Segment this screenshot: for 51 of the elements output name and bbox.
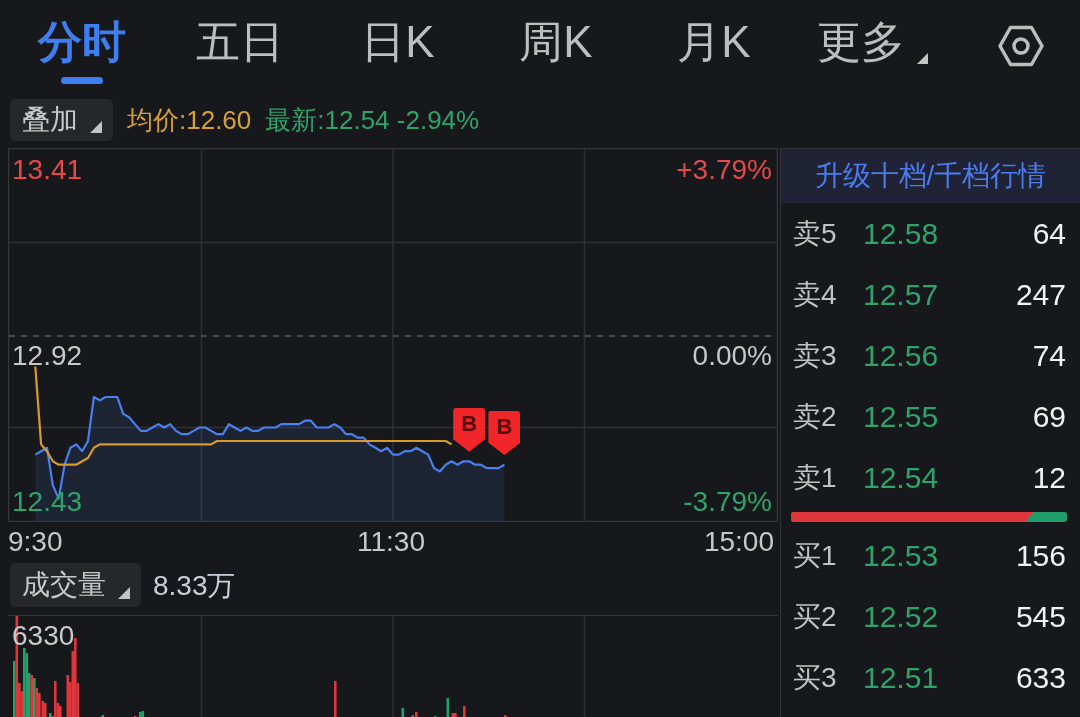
level-label: 卖2 — [793, 402, 838, 431]
axis-label: 13.41 — [12, 156, 83, 184]
volume-value: 156 — [1015, 540, 1066, 571]
price-value: 12.57 — [863, 279, 939, 310]
reference-label: 0.00% — [692, 342, 772, 370]
level-label: 买2 — [793, 602, 838, 631]
buy-marker: B — [453, 407, 486, 452]
latest-price: 最新:12.54 -2.94% — [265, 107, 480, 133]
time-label: 11:30 — [357, 528, 425, 556]
price-value: 12.56 — [863, 340, 939, 371]
average-price: 均价:12.60 — [127, 107, 252, 133]
chart-tab[interactable]: 月K — [673, 2, 755, 90]
time-label: 15:00 — [703, 528, 774, 556]
overlay-dropdown[interactable]: 叠加 — [10, 99, 113, 141]
upgrade-link[interactable]: 升级十档/千档行情 — [781, 149, 1080, 203]
buy-marker: B — [488, 411, 521, 456]
chart-tab[interactable]: 更多 — [812, 2, 932, 90]
price-value: 12.51 — [863, 662, 939, 693]
volume-dropdown[interactable]: 成交量 — [10, 563, 141, 607]
volume-value: 545 — [1015, 601, 1066, 632]
chart-tab[interactable]: 周K — [515, 2, 597, 90]
level-label: 卖3 — [793, 341, 838, 370]
caret-icon — [916, 53, 928, 64]
reference-label: 12.92 — [12, 342, 83, 370]
volume-value: 74 — [1032, 340, 1066, 371]
axis-label: +3.79% — [676, 156, 772, 184]
volume-value: 12 — [1032, 462, 1066, 493]
level-label: 买3 — [793, 663, 838, 692]
price-value: 12.55 — [863, 401, 939, 432]
caret-icon — [118, 587, 130, 599]
chart-tab[interactable]: 日K — [357, 2, 439, 90]
volume-total: 8.33万 — [153, 572, 236, 600]
chart-tab[interactable]: 分时 — [34, 2, 130, 90]
caret-icon — [90, 121, 102, 133]
chart-tab[interactable]: 五日 — [192, 2, 288, 90]
volume-value: 247 — [1015, 279, 1066, 310]
volume-value: 633 — [1015, 662, 1066, 693]
axis-label: -3.79% — [683, 488, 772, 516]
price-value: 12.52 — [863, 601, 939, 632]
volume-value: 69 — [1032, 401, 1066, 432]
time-label: 9:30 — [8, 528, 63, 556]
price-value: 12.53 — [863, 540, 939, 571]
level-label: 卖5 — [793, 219, 838, 248]
price-value: 12.54 — [863, 462, 939, 493]
level-label: 卖4 — [793, 280, 838, 309]
level-label: 卖1 — [793, 463, 838, 492]
level-label: 买1 — [793, 541, 838, 570]
volume-value: 64 — [1032, 218, 1066, 249]
price-value: 12.58 — [863, 218, 939, 249]
settings-icon[interactable] — [998, 25, 1044, 67]
axis-label: 12.43 — [12, 488, 83, 516]
